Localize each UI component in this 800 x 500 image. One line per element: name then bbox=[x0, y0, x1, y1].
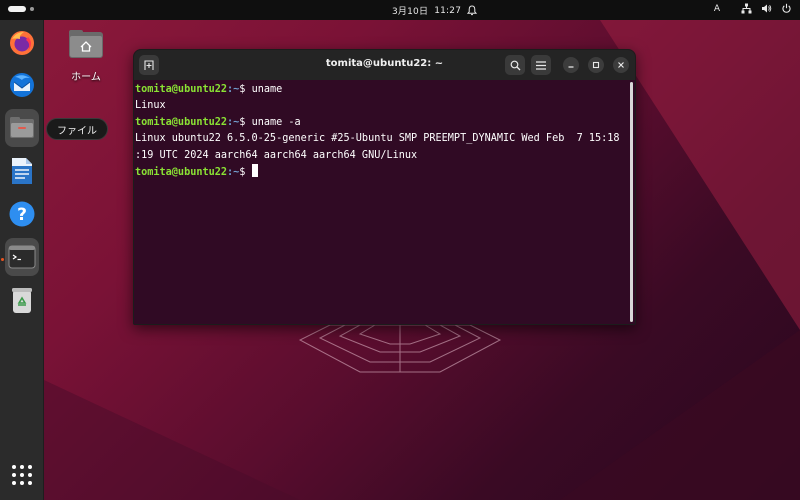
show-apps-button[interactable] bbox=[5, 456, 39, 494]
prompt-user: tomita@ubuntu22 bbox=[135, 84, 228, 95]
new-tab-icon bbox=[144, 60, 154, 70]
output-text: Linux bbox=[135, 100, 166, 112]
date-label: 3月10日 bbox=[392, 7, 429, 17]
activities-button[interactable] bbox=[8, 6, 34, 12]
files-icon bbox=[10, 117, 34, 138]
clock-button[interactable]: 3月10日 11:27 bbox=[392, 4, 478, 17]
maximize-button[interactable] bbox=[588, 57, 604, 73]
output-text: Linux ubuntu22 6.5.0-25-generic #25-Ubun… bbox=[135, 133, 620, 145]
home-folder-label: ホーム bbox=[71, 72, 101, 83]
output-text: :19 UTC 2024 aarch64 aarch64 aarch64 GNU… bbox=[135, 149, 418, 161]
dock-firefox[interactable] bbox=[5, 24, 39, 62]
svg-text:?: ? bbox=[17, 205, 27, 225]
terminal-output[interactable]: tomita@ubuntu22:~$ uname Linux tomita@ub… bbox=[134, 80, 635, 324]
terminal-icon bbox=[8, 245, 36, 269]
desktop-home-folder[interactable]: ホーム bbox=[64, 28, 108, 83]
thunderbird-icon bbox=[10, 73, 34, 97]
firefox-icon bbox=[10, 31, 34, 55]
terminal-line: Linux ubuntu22 6.5.0-25-generic #25-Ubun… bbox=[135, 131, 635, 147]
close-icon bbox=[618, 62, 624, 68]
volume-icon bbox=[762, 4, 772, 13]
dock-files[interactable] bbox=[5, 109, 39, 147]
running-indicator bbox=[1, 258, 4, 261]
dock-help[interactable]: ? bbox=[5, 195, 39, 233]
system-tray[interactable]: A bbox=[714, 3, 792, 14]
hamburger-menu-icon bbox=[536, 60, 546, 70]
prompt-sign: $ bbox=[239, 167, 252, 179]
close-button[interactable] bbox=[613, 57, 629, 73]
terminal-scrollbar[interactable] bbox=[630, 82, 633, 322]
terminal-window[interactable]: tomita@ubuntu22: ~ tomita@ubuntu22:~$ un… bbox=[133, 49, 636, 325]
prompt-user: tomita@ubuntu22 bbox=[135, 167, 228, 179]
search-icon bbox=[510, 60, 520, 70]
command-text: uname -a bbox=[251, 116, 301, 128]
prompt-path: :~ bbox=[227, 84, 240, 95]
network-icon bbox=[741, 3, 752, 14]
help-icon: ? bbox=[9, 201, 35, 227]
dock-terminal[interactable] bbox=[5, 238, 39, 276]
prompt-path: :~ bbox=[227, 116, 240, 128]
terminal-line: tomita@ubuntu22:~$ uname bbox=[135, 82, 635, 98]
terminal-line: :19 UTC 2024 aarch64 aarch64 aarch64 GNU… bbox=[135, 148, 635, 164]
prompt-path: :~ bbox=[227, 167, 240, 179]
terminal-cursor bbox=[251, 164, 258, 178]
dock-writer[interactable] bbox=[5, 152, 39, 190]
prompt-user: tomita@ubuntu22 bbox=[135, 116, 228, 128]
writer-icon bbox=[12, 158, 32, 184]
dock-thunderbird[interactable] bbox=[5, 66, 39, 104]
terminal-titlebar[interactable]: tomita@ubuntu22: ~ bbox=[134, 50, 635, 80]
maximize-icon bbox=[592, 61, 600, 69]
workspace-indicator bbox=[30, 7, 34, 11]
grid-icon bbox=[12, 465, 32, 485]
trash-icon bbox=[12, 288, 32, 313]
minimize-icon bbox=[568, 66, 574, 68]
top-bar: 3月10日 11:27 A bbox=[0, 0, 800, 20]
minimize-button[interactable] bbox=[563, 57, 579, 73]
command-text: uname bbox=[251, 84, 283, 95]
terminal-line: Linux bbox=[135, 98, 635, 114]
input-method-indicator[interactable]: A bbox=[714, 4, 720, 14]
terminal-line: tomita@ubuntu22:~$ bbox=[135, 164, 635, 181]
bell-icon bbox=[467, 5, 478, 16]
workspace-indicator-active bbox=[8, 6, 26, 12]
menu-button[interactable] bbox=[531, 55, 551, 75]
dock-trash[interactable] bbox=[5, 281, 39, 319]
dock: ? bbox=[0, 20, 44, 500]
terminal-line: tomita@ubuntu22:~$ uname -a bbox=[135, 115, 635, 131]
terminal-title: tomita@ubuntu22: ~ bbox=[325, 58, 444, 69]
prompt-sign: $ bbox=[239, 116, 252, 128]
new-tab-button[interactable] bbox=[139, 55, 159, 75]
home-folder-icon bbox=[69, 30, 103, 58]
power-icon bbox=[782, 3, 791, 13]
time-label: 11:27 bbox=[434, 5, 462, 16]
dock-tooltip: ファイル bbox=[46, 118, 108, 140]
search-button[interactable] bbox=[505, 55, 525, 75]
prompt-sign: $ bbox=[239, 84, 252, 95]
